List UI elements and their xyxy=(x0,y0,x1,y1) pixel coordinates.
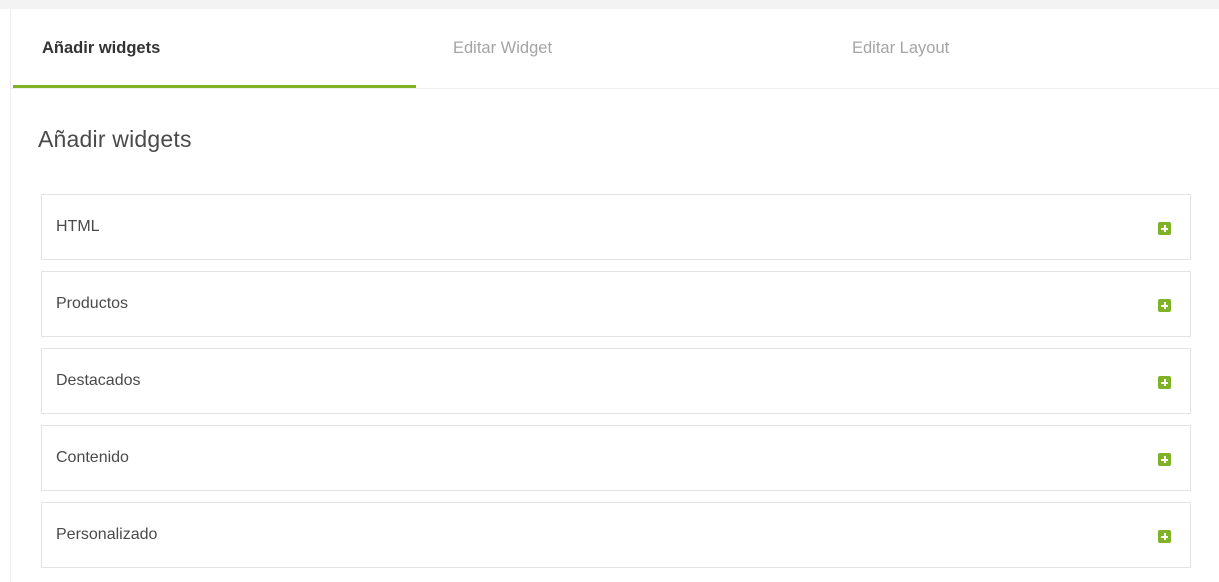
tab-anadir-widgets[interactable]: Añadir widgets xyxy=(42,9,160,88)
plus-icon[interactable] xyxy=(1158,222,1171,235)
plus-icon[interactable] xyxy=(1158,376,1171,389)
widget-item-html[interactable]: HTML xyxy=(41,194,1191,260)
top-strip xyxy=(0,0,1219,9)
active-tab-indicator xyxy=(13,85,416,88)
widget-item-destacados[interactable]: Destacados xyxy=(41,348,1191,414)
widget-item-personalizado[interactable]: Personalizado xyxy=(41,502,1191,568)
widget-label: Productos xyxy=(56,295,129,312)
plus-icon[interactable] xyxy=(1158,299,1171,312)
widget-label: Personalizado xyxy=(56,526,158,543)
widget-label: HTML xyxy=(56,218,100,235)
widget-label: Destacados xyxy=(56,372,141,389)
widget-panel: Añadir widgets Editar Widget Editar Layo… xyxy=(10,9,1219,582)
tab-editar-layout[interactable]: Editar Layout xyxy=(852,9,949,88)
tab-editar-widget[interactable]: Editar Widget xyxy=(453,9,552,88)
widget-item-contenido[interactable]: Contenido xyxy=(41,425,1191,491)
plus-icon[interactable] xyxy=(1158,530,1171,543)
tab-bar: Añadir widgets Editar Widget Editar Layo… xyxy=(11,9,1219,89)
section-title: Añadir widgets xyxy=(38,126,192,152)
plus-icon[interactable] xyxy=(1158,453,1171,466)
widget-label: Contenido xyxy=(56,449,129,466)
widget-item-productos[interactable]: Productos xyxy=(41,271,1191,337)
